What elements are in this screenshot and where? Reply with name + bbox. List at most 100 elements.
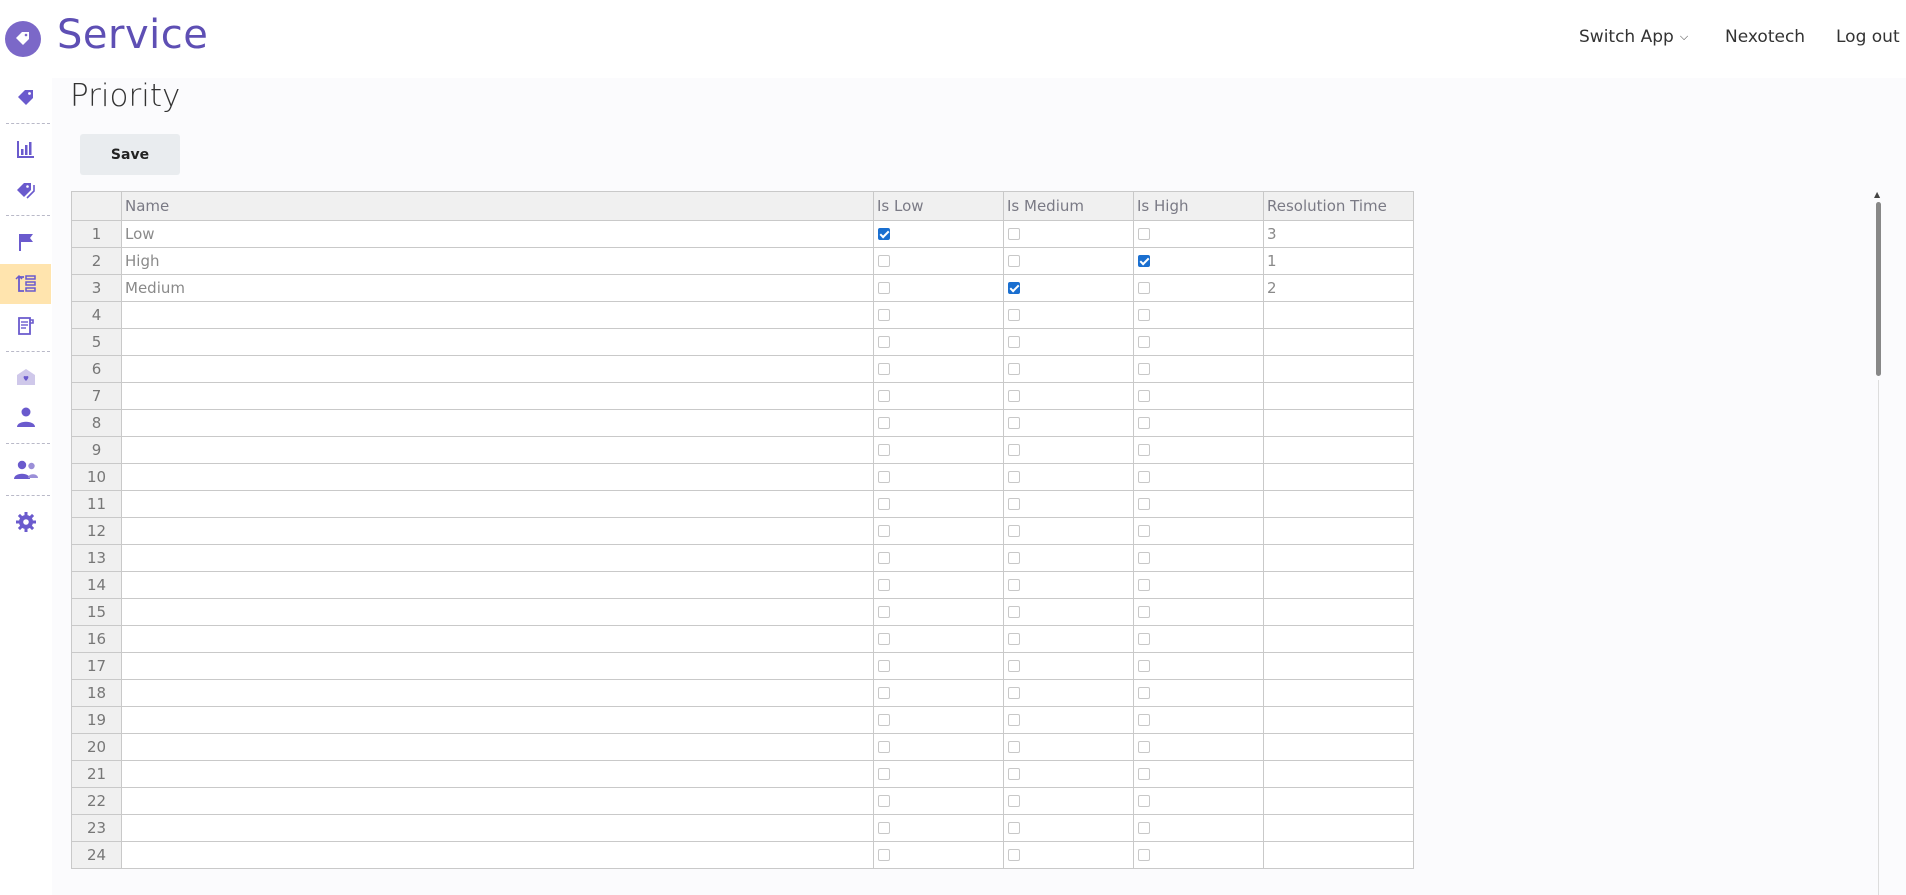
is-high-cell[interactable] <box>1133 409 1264 437</box>
is-medium-checkbox[interactable] <box>1008 606 1020 618</box>
resolution-time-cell[interactable] <box>1263 382 1414 410</box>
is-medium-checkbox[interactable] <box>1008 525 1020 537</box>
is-low-cell[interactable] <box>873 463 1004 491</box>
resolution-time-cell[interactable] <box>1263 490 1414 518</box>
is-low-checkbox[interactable] <box>878 741 890 753</box>
is-high-checkbox[interactable] <box>1138 309 1150 321</box>
resolution-time-cell[interactable]: 1 <box>1263 247 1414 275</box>
name-cell[interactable] <box>121 517 874 545</box>
name-cell[interactable] <box>121 409 874 437</box>
resolution-time-cell[interactable] <box>1263 355 1414 383</box>
is-high-cell[interactable] <box>1133 274 1264 302</box>
resolution-time-cell[interactable] <box>1263 544 1414 572</box>
name-cell[interactable] <box>121 652 874 680</box>
is-high-cell[interactable] <box>1133 652 1264 680</box>
resolution-time-cell[interactable] <box>1263 679 1414 707</box>
company-link[interactable]: Nexotech <box>1725 27 1805 47</box>
is-low-cell[interactable] <box>873 301 1004 329</box>
is-medium-cell[interactable] <box>1003 328 1134 356</box>
name-cell[interactable] <box>121 733 874 761</box>
is-high-cell[interactable] <box>1133 571 1264 599</box>
is-medium-cell[interactable] <box>1003 490 1134 518</box>
sidebar-item-reports[interactable] <box>0 129 51 169</box>
is-high-cell[interactable] <box>1133 598 1264 626</box>
is-medium-cell[interactable] <box>1003 652 1134 680</box>
column-header-name[interactable]: Name <box>121 191 874 221</box>
resolution-time-cell[interactable] <box>1263 571 1414 599</box>
is-high-checkbox[interactable] <box>1138 390 1150 402</box>
app-title[interactable]: Service <box>57 12 208 58</box>
name-cell[interactable] <box>121 544 874 572</box>
is-low-checkbox[interactable] <box>878 444 890 456</box>
is-medium-checkbox[interactable] <box>1008 579 1020 591</box>
is-medium-cell[interactable] <box>1003 814 1134 842</box>
is-low-checkbox[interactable] <box>878 525 890 537</box>
scrollbar-thumb[interactable] <box>1876 202 1881 376</box>
is-medium-checkbox[interactable] <box>1008 822 1020 834</box>
is-medium-checkbox[interactable] <box>1008 471 1020 483</box>
is-medium-checkbox[interactable] <box>1008 795 1020 807</box>
is-medium-cell[interactable] <box>1003 247 1134 275</box>
is-low-cell[interactable] <box>873 733 1004 761</box>
is-low-checkbox[interactable] <box>878 363 890 375</box>
name-cell[interactable] <box>121 490 874 518</box>
name-cell[interactable]: Low <box>121 220 874 248</box>
is-low-cell[interactable] <box>873 841 1004 869</box>
sidebar-item-priority[interactable] <box>0 264 51 304</box>
is-medium-cell[interactable] <box>1003 571 1134 599</box>
is-medium-checkbox[interactable] <box>1008 390 1020 402</box>
is-medium-cell[interactable] <box>1003 409 1134 437</box>
is-high-cell[interactable] <box>1133 382 1264 410</box>
is-high-checkbox[interactable] <box>1138 552 1150 564</box>
is-medium-cell[interactable] <box>1003 382 1134 410</box>
is-high-checkbox[interactable] <box>1138 633 1150 645</box>
is-low-checkbox[interactable] <box>878 228 890 240</box>
is-high-cell[interactable] <box>1133 247 1264 275</box>
is-high-cell[interactable] <box>1133 706 1264 734</box>
is-low-checkbox[interactable] <box>878 714 890 726</box>
is-high-cell[interactable] <box>1133 220 1264 248</box>
is-high-checkbox[interactable] <box>1138 822 1150 834</box>
is-low-checkbox[interactable] <box>878 336 890 348</box>
name-cell[interactable] <box>121 328 874 356</box>
name-cell[interactable] <box>121 625 874 653</box>
is-high-cell[interactable] <box>1133 787 1264 815</box>
is-low-checkbox[interactable] <box>878 633 890 645</box>
is-medium-cell[interactable] <box>1003 544 1134 572</box>
resolution-time-cell[interactable] <box>1263 436 1414 464</box>
is-high-checkbox[interactable] <box>1138 660 1150 672</box>
is-low-checkbox[interactable] <box>878 417 890 429</box>
resolution-time-cell[interactable] <box>1263 463 1414 491</box>
is-medium-cell[interactable] <box>1003 679 1134 707</box>
is-medium-cell[interactable] <box>1003 301 1134 329</box>
is-low-cell[interactable] <box>873 760 1004 788</box>
is-high-checkbox[interactable] <box>1138 471 1150 483</box>
is-low-cell[interactable] <box>873 328 1004 356</box>
resolution-time-cell[interactable] <box>1263 517 1414 545</box>
is-low-checkbox[interactable] <box>878 255 890 267</box>
is-high-cell[interactable] <box>1133 841 1264 869</box>
column-header-resolution-time[interactable]: Resolution Time <box>1263 191 1414 221</box>
resolution-time-cell[interactable] <box>1263 652 1414 680</box>
is-high-cell[interactable] <box>1133 814 1264 842</box>
is-high-cell[interactable] <box>1133 355 1264 383</box>
name-cell[interactable] <box>121 355 874 383</box>
is-high-cell[interactable] <box>1133 463 1264 491</box>
logout-link[interactable]: Log out <box>1836 27 1900 47</box>
name-cell[interactable]: Medium <box>121 274 874 302</box>
is-high-checkbox[interactable] <box>1138 282 1150 294</box>
is-medium-cell[interactable] <box>1003 436 1134 464</box>
sidebar-item-customer[interactable] <box>0 397 51 437</box>
is-high-cell[interactable] <box>1133 544 1264 572</box>
name-cell[interactable]: High <box>121 247 874 275</box>
resolution-time-cell[interactable] <box>1263 328 1414 356</box>
is-medium-checkbox[interactable] <box>1008 660 1020 672</box>
resolution-time-cell[interactable] <box>1263 814 1414 842</box>
is-low-cell[interactable] <box>873 436 1004 464</box>
column-header-is-high[interactable]: Is High <box>1133 191 1264 221</box>
is-low-cell[interactable] <box>873 652 1004 680</box>
resolution-time-cell[interactable] <box>1263 598 1414 626</box>
name-cell[interactable] <box>121 841 874 869</box>
column-header-is-low[interactable]: Is Low <box>873 191 1004 221</box>
is-high-checkbox[interactable] <box>1138 849 1150 861</box>
